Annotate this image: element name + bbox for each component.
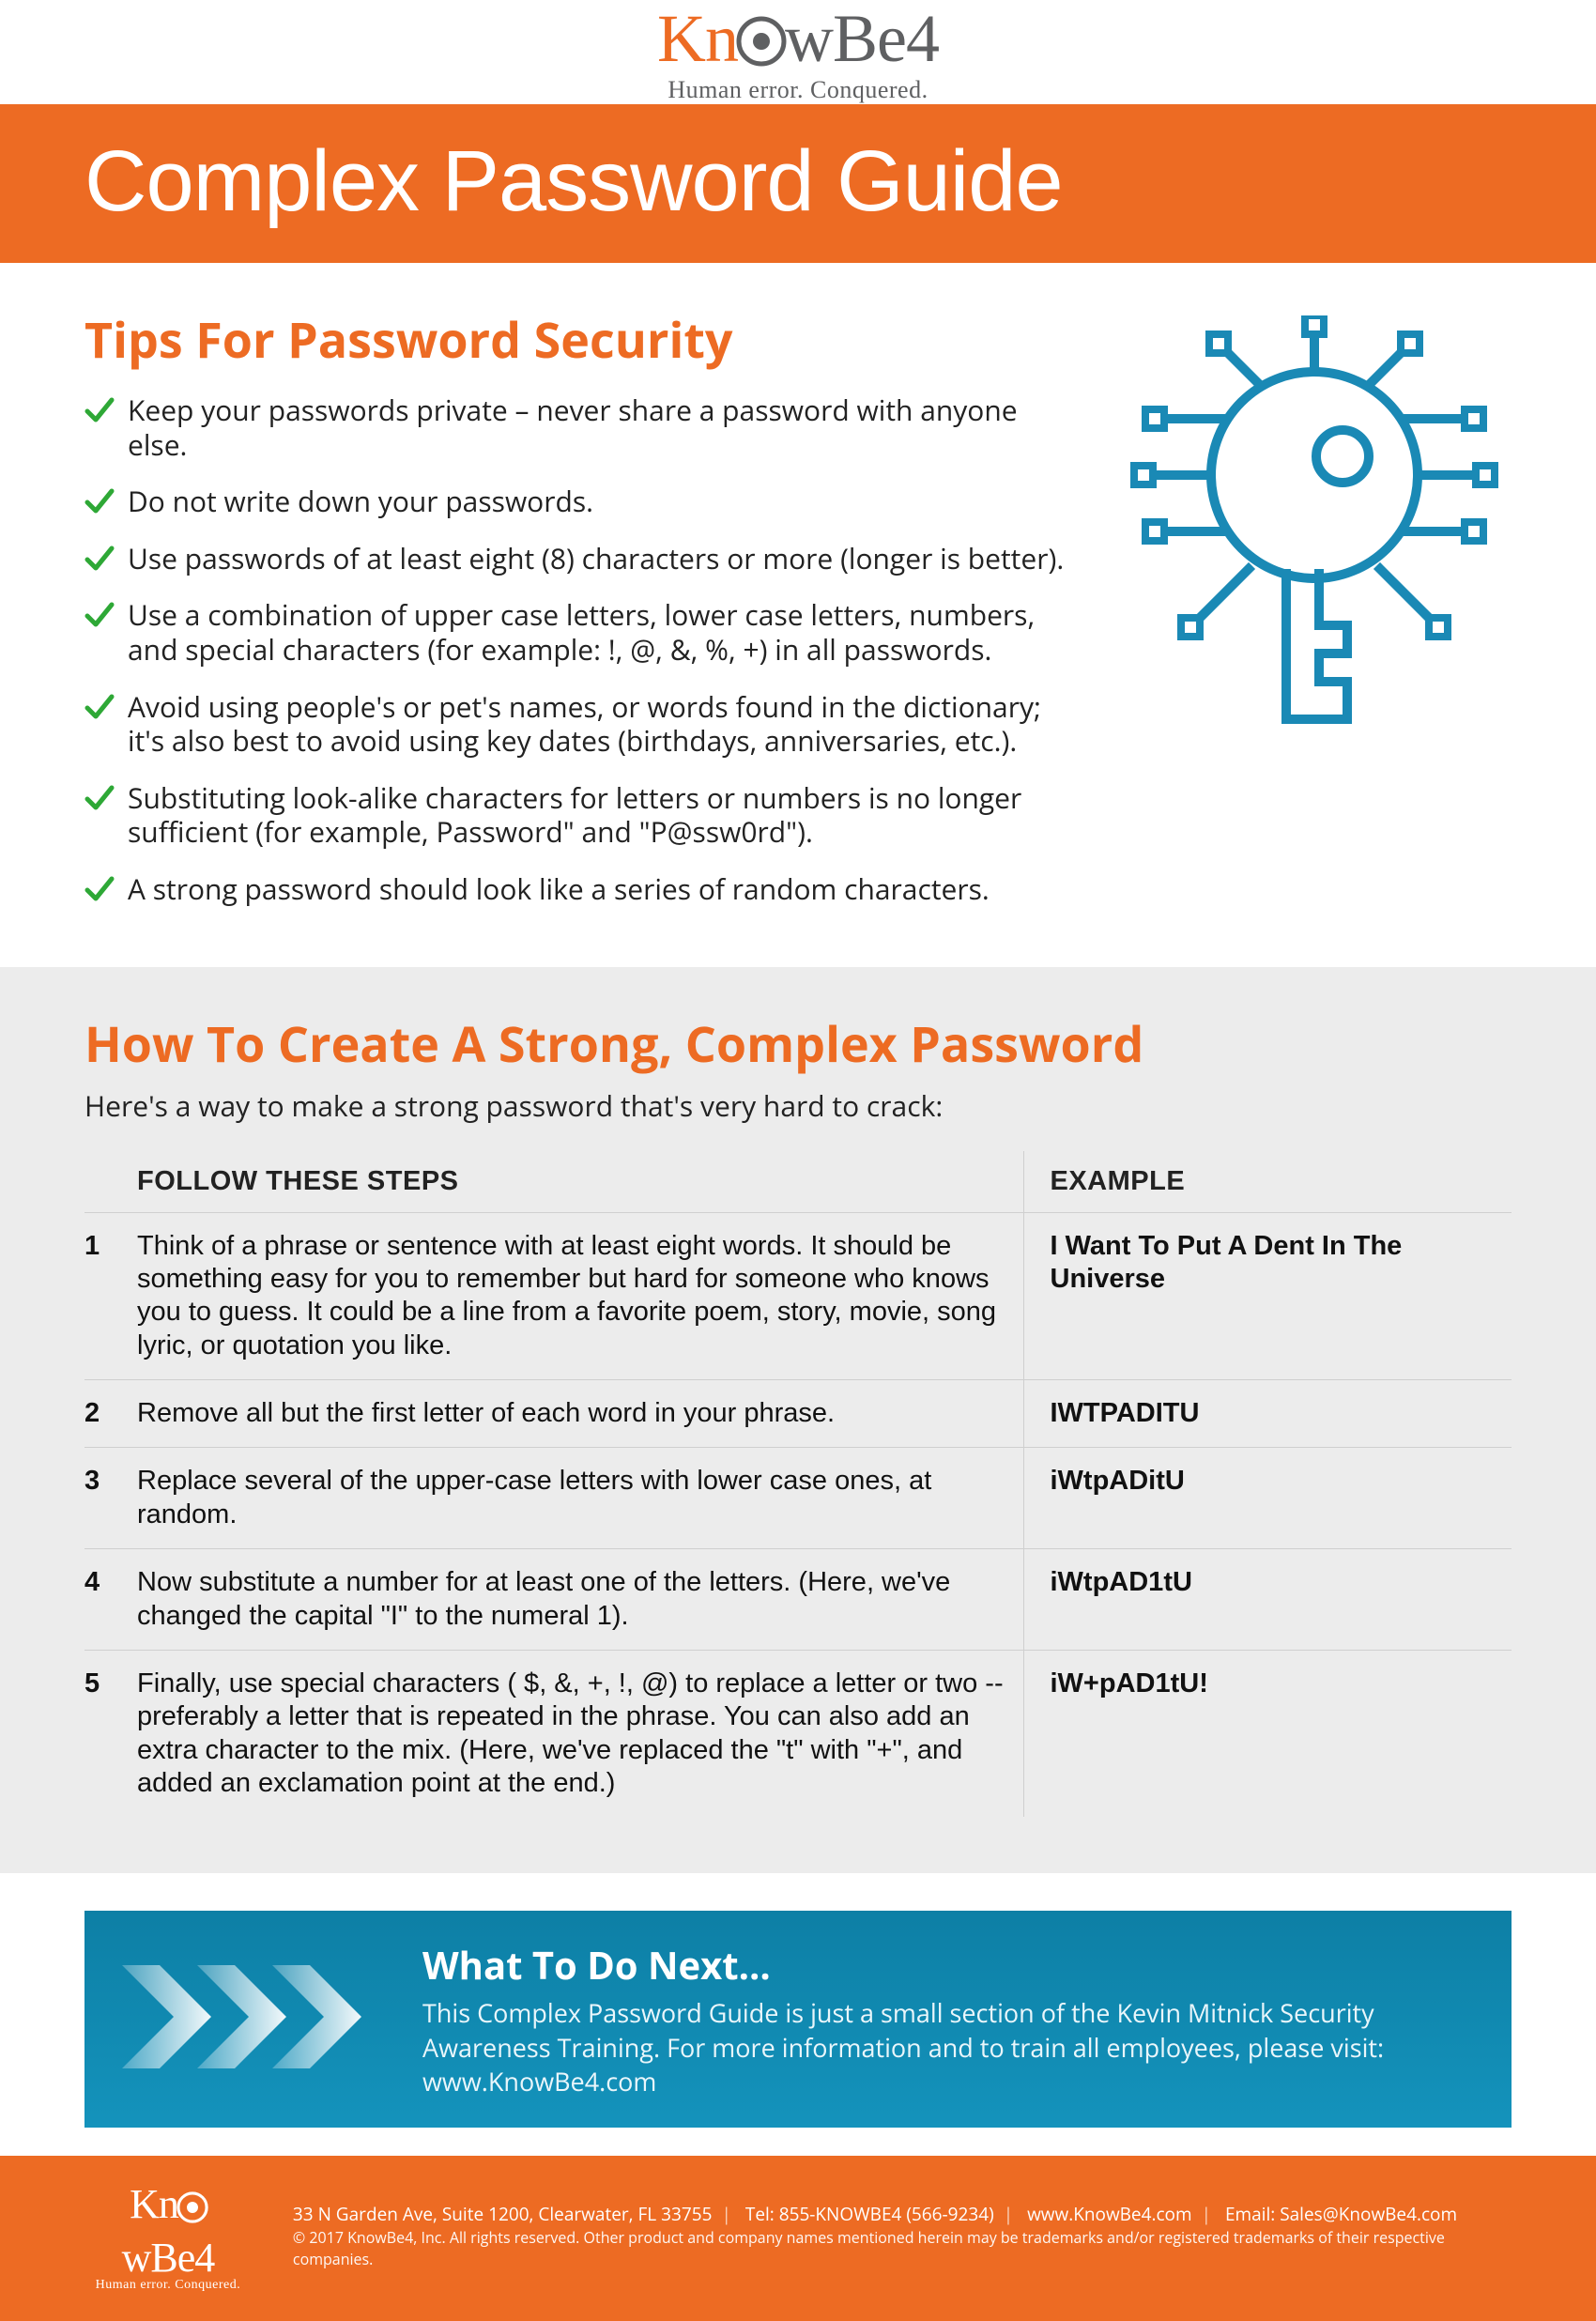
tip-item: Use passwords of at least eight (8) char… <box>84 542 1070 576</box>
howto-heading: How To Create A Strong, Complex Password <box>84 1010 1512 1077</box>
tip-item: Use a combination of upper case letters,… <box>84 598 1070 667</box>
step-number: 5 <box>84 1650 137 1817</box>
page: Kn wBe4 Human error. Conquered. Complex … <box>0 0 1596 2066</box>
step-number: 4 <box>84 1549 137 1651</box>
check-icon <box>84 544 115 574</box>
check-icon <box>84 692 115 722</box>
footer-brand-name: Kn wBe4 <box>84 2180 252 2282</box>
step-text: Replace several of the upper-case letter… <box>137 1448 1023 1549</box>
step-number: 2 <box>84 1380 137 1448</box>
footer-contact-line: 33 N Garden Ave, Suite 1200, Clearwater,… <box>293 2202 1512 2228</box>
step-text: Remove all but the first letter of each … <box>137 1380 1023 1448</box>
next-box: What To Do Next... This Complex Password… <box>84 1911 1512 2127</box>
brand-name-pre: Kn <box>657 1 738 76</box>
check-icon <box>84 486 115 516</box>
table-row: 2Remove all but the first letter of each… <box>84 1380 1512 1448</box>
chevrons-icon <box>122 1965 394 2073</box>
tip-item: Avoid using people's or pet's names, or … <box>84 690 1070 759</box>
tip-item: Do not write down your passwords. <box>84 484 1070 519</box>
footer-tel: Tel: 855-KNOWBE4 (566-9234) <box>745 2202 994 2226</box>
footer-brand-name-post: wBe4 <box>122 2235 215 2281</box>
title-banner: Complex Password Guide <box>0 104 1596 263</box>
next-body: This Complex Password Guide is just a sm… <box>422 1996 1474 2098</box>
brand-name-post: wBe4 <box>785 1 939 76</box>
step-text: Think of a phrase or sentence with at le… <box>137 1212 1023 1380</box>
table-row: 4Now substitute a number for at least on… <box>84 1549 1512 1651</box>
footer: Kn wBe4 Human error. Conquered. 33 N Gar… <box>0 2156 1596 2321</box>
check-icon <box>84 874 115 904</box>
tip-item: A strong password should look like a ser… <box>84 872 1070 907</box>
table-row: 5Finally, use special characters ( $, &,… <box>84 1650 1512 1817</box>
check-icon <box>84 783 115 813</box>
step-text: Finally, use special characters ( $, &, … <box>137 1650 1023 1817</box>
next-heading: What To Do Next... <box>422 1939 1474 1991</box>
step-example: iW+pAD1tU! <box>1023 1650 1512 1817</box>
brand-tagline: Human error. Conquered. <box>657 76 939 104</box>
next-text: What To Do Next... This Complex Password… <box>422 1939 1474 2098</box>
col-example-header: EXAMPLE <box>1023 1151 1512 1213</box>
howto-section: How To Create A Strong, Complex Password… <box>0 967 1596 1874</box>
target-icon <box>176 2186 208 2234</box>
footer-brand: Kn wBe4 Human error. Conquered. <box>84 2180 252 2293</box>
col-number-header <box>84 1151 137 1213</box>
footer-lines: 33 N Garden Ave, Suite 1200, Clearwater,… <box>293 2202 1512 2271</box>
table-row: 3Replace several of the upper-case lette… <box>84 1448 1512 1549</box>
tips-section: Tips For Password Security Keep your pas… <box>0 263 1596 967</box>
tip-item: Substituting look-alike characters for l… <box>84 781 1070 850</box>
footer-brand-name-pre: Kn <box>130 2181 178 2227</box>
steps-table: FOLLOW THESE STEPS EXAMPLE 1Think of a p… <box>84 1151 1512 1818</box>
table-row: 1Think of a phrase or sentence with at l… <box>84 1212 1512 1380</box>
tip-text: Avoid using people's or pet's names, or … <box>128 690 1070 759</box>
tip-text: A strong password should look like a ser… <box>128 872 990 907</box>
tip-text: Use passwords of at least eight (8) char… <box>128 542 1064 576</box>
step-example: iWtpADitU <box>1023 1448 1512 1549</box>
tips-heading: Tips For Password Security <box>84 306 1070 373</box>
footer-address: 33 N Garden Ave, Suite 1200, Clearwater,… <box>293 2202 713 2226</box>
logo-header: Kn wBe4 Human error. Conquered. <box>0 0 1596 104</box>
step-number: 3 <box>84 1448 137 1549</box>
step-text: Now substitute a number for at least one… <box>137 1549 1023 1651</box>
step-number: 1 <box>84 1212 137 1380</box>
col-steps-header: FOLLOW THESE STEPS <box>137 1151 1023 1213</box>
tip-text: Do not write down your passwords. <box>128 484 593 519</box>
step-example: iWtpAD1tU <box>1023 1549 1512 1651</box>
brand: Kn wBe4 Human error. Conquered. <box>657 0 939 104</box>
footer-legal: © 2017 KnowBe4, Inc. All rights reserved… <box>293 2227 1512 2270</box>
tip-text: Keep your passwords private – never shar… <box>128 393 1070 462</box>
footer-web: www.KnowBe4.com <box>1027 2202 1192 2226</box>
footer-brand-tagline: Human error. Conquered. <box>84 2278 252 2293</box>
tips-text: Tips For Password Security Keep your pas… <box>84 306 1070 930</box>
target-icon <box>736 6 787 84</box>
page-title: Complex Password Guide <box>84 132 1512 231</box>
howto-intro: Here's a way to make a strong password t… <box>84 1086 1512 1125</box>
footer-email: Email: Sales@KnowBe4.com <box>1225 2202 1457 2226</box>
step-example: IWTPADITU <box>1023 1380 1512 1448</box>
step-example: I Want To Put A Dent In The Universe <box>1023 1212 1512 1380</box>
tip-list: Keep your passwords private – never shar… <box>84 393 1070 907</box>
tip-text: Substituting look-alike characters for l… <box>128 781 1070 850</box>
check-icon <box>84 600 115 630</box>
tip-text: Use a combination of upper case letters,… <box>128 598 1070 667</box>
check-icon <box>84 395 115 425</box>
brand-name: Kn wBe4 <box>657 0 939 84</box>
tip-item: Keep your passwords private – never shar… <box>84 393 1070 462</box>
key-circuit-icon <box>1117 306 1512 930</box>
